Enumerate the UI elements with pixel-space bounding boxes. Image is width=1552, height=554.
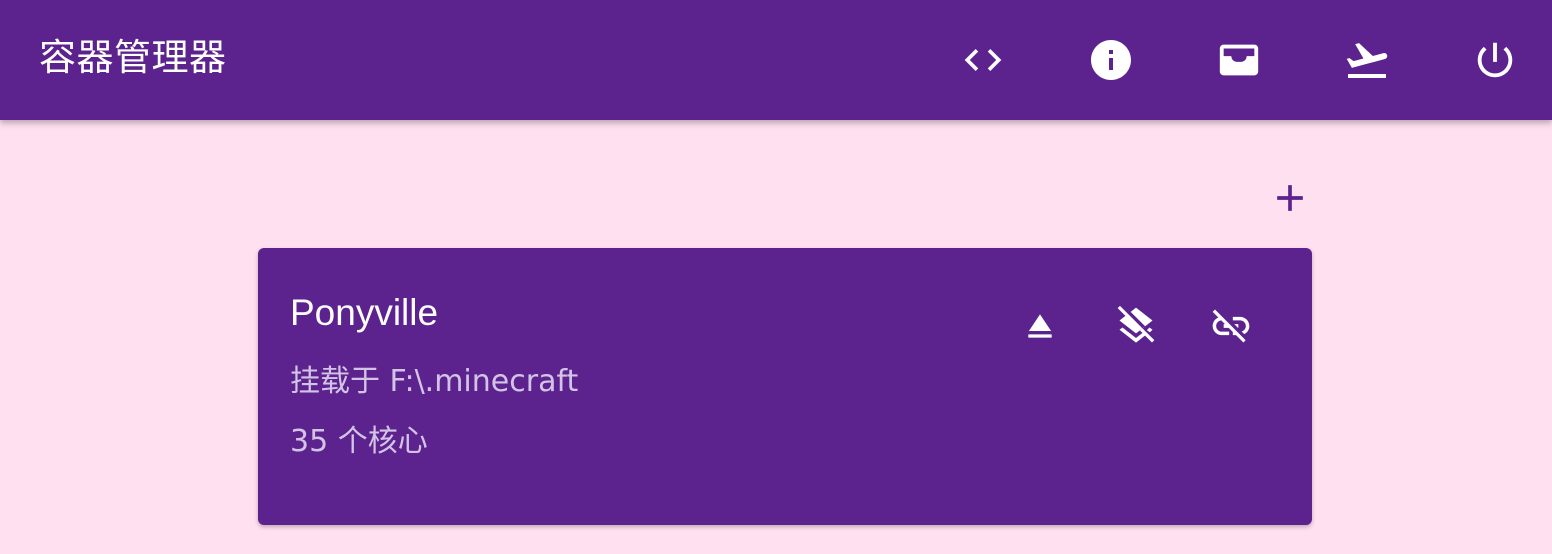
- inbox-icon: [1216, 37, 1262, 83]
- code-button[interactable]: [951, 28, 1015, 92]
- eject-icon: [1020, 306, 1060, 351]
- flight-takeoff-icon: [1343, 36, 1391, 84]
- power-button[interactable]: [1463, 28, 1527, 92]
- add-container-button[interactable]: [1262, 172, 1318, 228]
- layers-off-icon: [1114, 304, 1158, 353]
- container-card: Ponyville 挂载于 F:\.minecraft 35 个核心: [258, 248, 1312, 525]
- container-name: Ponyville: [290, 292, 439, 333]
- flight-takeoff-button[interactable]: [1335, 28, 1399, 92]
- add-icon: [1268, 176, 1312, 225]
- link-off-icon: [1209, 304, 1253, 353]
- app-title: 容器管理器: [39, 36, 227, 79]
- code-icon: [961, 38, 1005, 82]
- power-icon: [1472, 37, 1518, 83]
- mount-path: 挂载于 F:\.minecraft: [290, 364, 579, 399]
- info-icon: [1087, 36, 1135, 84]
- info-button[interactable]: [1079, 28, 1143, 92]
- eject-button[interactable]: [1012, 300, 1068, 356]
- core-count: 35 个核心: [290, 424, 428, 459]
- app-bar: 容器管理器: [0, 0, 1552, 120]
- inbox-button[interactable]: [1207, 28, 1271, 92]
- link-off-button[interactable]: [1203, 300, 1259, 356]
- layers-off-button[interactable]: [1108, 300, 1164, 356]
